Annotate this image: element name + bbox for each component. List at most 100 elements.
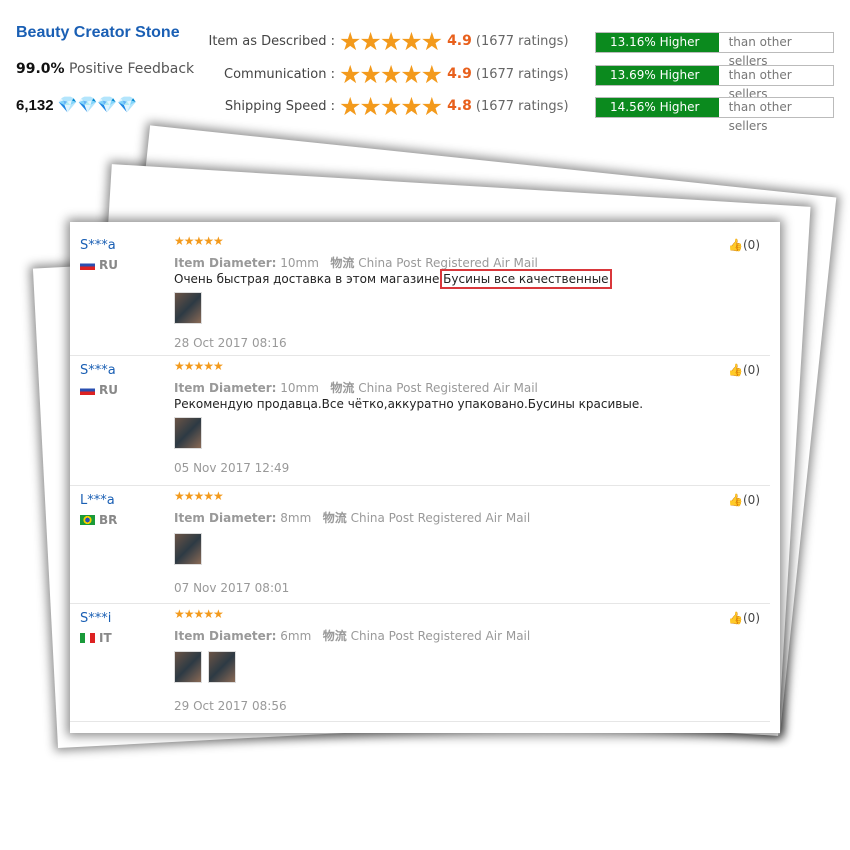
rating-row: Item as Described : ★★★★★ 4.9 (1677 rati… [200,26,569,56]
star-rating-icon: ★★★★★ [174,489,224,503]
attr-value: 10mm [280,381,319,395]
review-photos [174,651,236,683]
review-date: 07 Nov 2017 08:01 [174,581,290,595]
review-text-main: Рекомендую продавца.Все чётко,аккуратно … [174,397,644,411]
order-info: Item Diameter: 10mm 物流 China Post Regist… [174,379,538,396]
rating-value: 4.9 [447,33,472,49]
attr-label: Item Diameter: [174,381,277,395]
like-count: (0) [743,493,760,507]
review-photo[interactable] [174,417,202,449]
flag-icon [80,385,95,395]
reviewer-country: RU [80,383,118,397]
reviewer-name: L***a [80,493,115,508]
review-item: L***a BR ★★★★★ Item Diameter: 8mm 物流 Chi… [70,485,770,604]
comparison-text: than other sellers [728,68,792,101]
higher-pct: 14.56% Higher [596,98,719,117]
order-info: Item Diameter: 8mm 物流 China Post Registe… [174,509,530,526]
country-code: RU [99,258,118,272]
flag-icon [80,515,95,525]
review-item: S***a RU ★★★★★ Item Diameter: 10mm 物流 Ch… [70,230,770,356]
store-name[interactable]: Beauty Creator Stone [16,24,180,42]
shipping-label: 物流 [330,256,355,270]
country-code: BR [99,513,118,527]
star-rating-icon: ★★★★★ [174,607,224,621]
review-date: 05 Nov 2017 12:49 [174,461,290,475]
thumbs-up-icon: 👍 [728,363,743,377]
reviewer-country: RU [80,258,118,272]
country-code: IT [99,631,112,645]
review-photo[interactable] [174,292,202,324]
star-rating-icon: ★★★★★ [339,59,443,89]
comparison-bar: 14.56% Higher than other sellers [595,97,834,133]
review-date: 28 Oct 2017 08:16 [174,336,287,350]
like-button[interactable]: 👍(0) [728,238,760,252]
shipping-method: China Post Registered Air Mail [358,256,538,270]
review-photo[interactable] [174,533,202,565]
attr-label: Item Diameter: [174,256,277,270]
star-rating-icon: ★★★★★ [339,26,443,56]
attr-value: 6mm [280,629,312,643]
order-info: Item Diameter: 6mm 物流 China Post Registe… [174,627,530,644]
feedback-score: 6,132 💎💎💎💎 [16,95,137,115]
attr-label: Item Diameter: [174,511,277,525]
rating-label: Communication : [224,66,335,82]
attr-label: Item Diameter: [174,629,277,643]
review-photos [174,292,202,324]
attr-value: 8mm [280,511,312,525]
review-text: Рекомендую продавца.Все чётко,аккуратно … [174,397,643,411]
review-photo[interactable] [208,651,236,683]
shipping-method: China Post Registered Air Mail [350,629,531,643]
review-item: S***i IT ★★★★★ Item Diameter: 6mm 物流 Chi… [70,603,770,722]
review-list: S***a RU ★★★★★ Item Diameter: 10mm 物流 Ch… [70,222,780,733]
shipping-method: China Post Registered Air Mail [350,511,531,525]
thumbs-up-icon: 👍 [728,611,743,625]
rating-value: 4.9 [447,66,472,82]
like-count: (0) [743,611,760,625]
higher-pct: 13.69% Higher [596,66,719,85]
positive-label: Positive Feedback [69,61,195,77]
review-item: S***a RU ★★★★★ Item Diameter: 10mm 物流 Ch… [70,355,770,486]
review-photos [174,533,202,565]
reviewer-country: BR [80,513,117,527]
positive-feedback: 99.0% Positive Feedback [16,61,194,77]
reviewer-name: S***i [80,611,112,626]
star-rating-icon: ★★★★★ [339,91,443,121]
country-code: RU [99,383,118,397]
like-count: (0) [743,238,760,252]
review-photo[interactable] [174,651,202,683]
reviewer-name: S***a [80,238,116,253]
rating-value: 4.8 [447,98,472,114]
flag-icon [80,633,95,643]
positive-pct: 99.0% [16,61,65,77]
highlighted-text: Бусины все качественные [440,269,612,289]
reviewer-country: IT [80,631,112,645]
like-count: (0) [743,363,760,377]
comparison-text: than other sellers [728,100,792,133]
rating-label: Shipping Speed : [224,98,335,114]
rating-count: (1677 ratings) [475,33,569,49]
thumbs-up-icon: 👍 [728,238,743,252]
review-text: Очень быстрая доставка в этом магазине Б… [174,269,612,289]
rating-count: (1677 ratings) [475,98,569,114]
rating-row: Communication : ★★★★★ 4.9 (1677 ratings) [200,59,569,89]
comparison-bar: 13.16% Higher than other sellers [595,32,834,68]
comparison-text: than other sellers [728,35,792,68]
like-button[interactable]: 👍(0) [728,611,760,625]
like-button[interactable]: 👍(0) [728,363,760,377]
thumbs-up-icon: 👍 [728,493,743,507]
rating-count: (1677 ratings) [475,66,569,82]
score-value: 6,132 [16,96,54,114]
shipping-label: 物流 [330,381,355,395]
review-text-main: Очень быстрая доставка в этом магазине [174,272,444,286]
shipping-label: 物流 [322,629,347,643]
flag-icon [80,260,95,270]
attr-value: 10mm [280,256,319,270]
star-rating-icon: ★★★★★ [174,359,224,373]
like-button[interactable]: 👍(0) [728,493,760,507]
shipping-label: 物流 [322,511,347,525]
rating-label: Item as Described : [208,33,336,49]
comparison-bar: 13.69% Higher than other sellers [595,65,834,101]
shipping-method: China Post Registered Air Mail [358,381,538,395]
rating-row: Shipping Speed : ★★★★★ 4.8 (1677 ratings… [200,91,569,121]
reviewer-name: S***a [80,363,116,378]
